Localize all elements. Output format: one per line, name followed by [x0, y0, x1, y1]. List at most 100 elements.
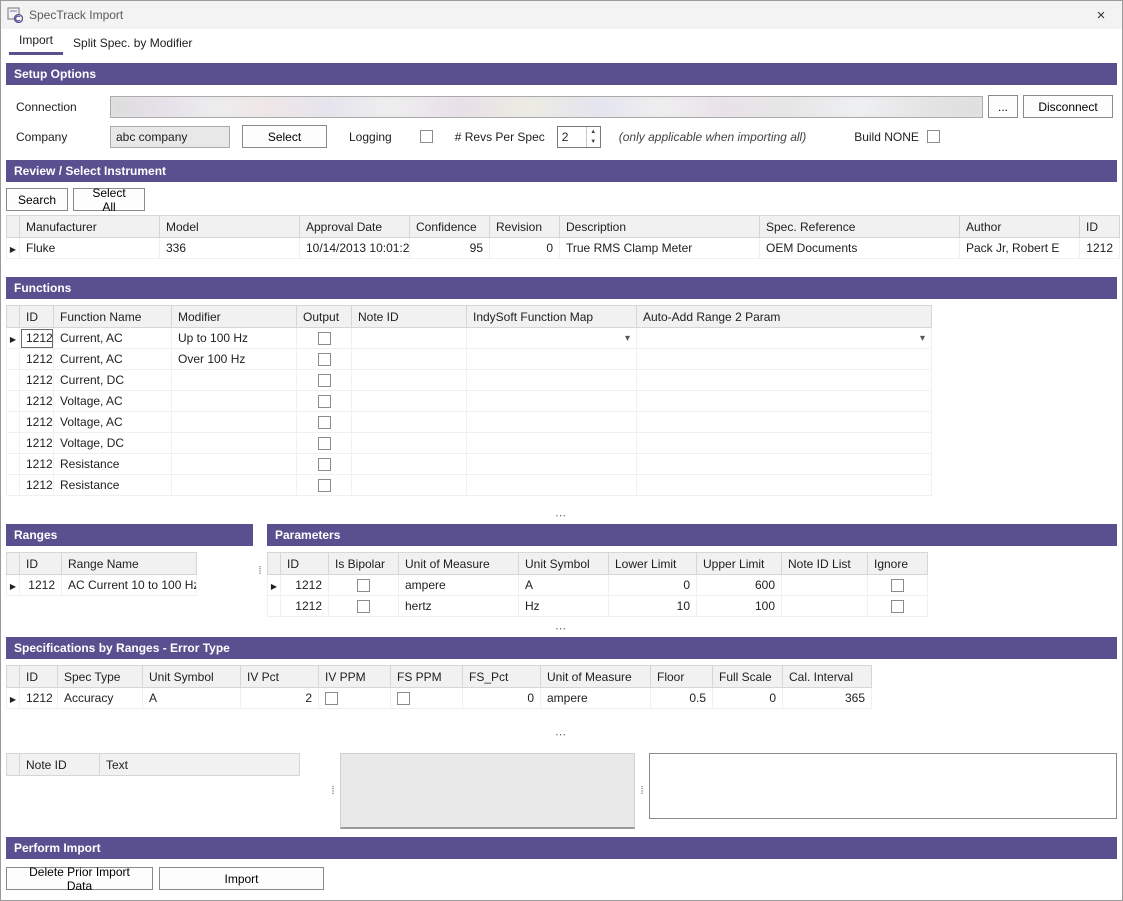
col-unit-of-measure[interactable]: Unit of Measure [399, 553, 519, 575]
output-checkbox[interactable] [318, 353, 331, 366]
table-row[interactable]: 1212 Current, DC [7, 370, 932, 391]
col-upper-limit[interactable]: Upper Limit [697, 553, 782, 575]
table-row[interactable]: ▶ 1212 Accuracy A 2 0 ampere 0.5 0 365 [7, 688, 872, 709]
col-ignore[interactable]: Ignore [868, 553, 928, 575]
col-note-id[interactable]: Note ID [352, 306, 467, 328]
horizontal-splitter[interactable]: ⋯ [1, 729, 1122, 743]
col-id[interactable]: ID [20, 666, 58, 688]
tab-import[interactable]: Import [9, 29, 63, 55]
col-iv-pct[interactable]: IV Pct [241, 666, 319, 688]
col-text[interactable]: Text [100, 754, 300, 776]
col-id[interactable]: ID [281, 553, 329, 575]
search-button[interactable]: Search [6, 188, 68, 211]
output-checkbox[interactable] [318, 437, 331, 450]
col-output[interactable]: Output [297, 306, 352, 328]
auto-add-range-dropdown[interactable]: ▾ [637, 328, 932, 349]
chevron-down-icon[interactable]: ▾ [625, 333, 630, 344]
col-confidence[interactable]: Confidence [410, 216, 490, 238]
table-row[interactable]: 1212 hertz Hz 10 100 [268, 596, 928, 617]
import-button[interactable]: Import [159, 867, 324, 890]
horizontal-splitter[interactable]: ⋯ [1, 623, 1122, 637]
build-none-checkbox[interactable] [927, 130, 940, 143]
col-author[interactable]: Author [960, 216, 1080, 238]
table-row[interactable]: 1212 Resistance [7, 475, 932, 496]
col-function-name[interactable]: Function Name [54, 306, 172, 328]
col-id[interactable]: ID [20, 553, 62, 575]
table-row[interactable]: 1212 Resistance [7, 454, 932, 475]
vertical-splitter[interactable]: ⁞ [253, 524, 267, 617]
table-row[interactable]: ▶ 1212 Current, AC Up to 100 Hz ▾ ▾ [7, 328, 932, 349]
ignore-checkbox[interactable] [891, 600, 904, 613]
col-note-id[interactable]: Note ID [20, 754, 100, 776]
col-function-map[interactable]: IndySoft Function Map [467, 306, 637, 328]
col-unit-of-measure[interactable]: Unit of Measure [541, 666, 651, 688]
spin-up-icon[interactable]: ▲ [587, 127, 600, 137]
logging-checkbox[interactable] [420, 130, 433, 143]
connection-input[interactable] [110, 96, 983, 118]
is-bipolar-checkbox[interactable] [357, 579, 370, 592]
ignore-checkbox[interactable] [891, 579, 904, 592]
note-text-box[interactable] [340, 753, 635, 829]
output-checkbox[interactable] [318, 458, 331, 471]
is-bipolar-checkbox[interactable] [357, 600, 370, 613]
cell-modifier: Over 100 Hz [172, 349, 297, 370]
table-row[interactable]: ▶ Fluke 336 10/14/2013 10:01:2 95 0 True… [7, 238, 1120, 259]
col-description[interactable]: Description [560, 216, 760, 238]
col-iv-ppm[interactable]: IV PPM [319, 666, 391, 688]
fs-ppm-checkbox[interactable] [397, 692, 410, 705]
tab-split-spec[interactable]: Split Spec. by Modifier [63, 32, 202, 55]
browse-button[interactable]: ... [988, 95, 1018, 118]
detail-text-box[interactable] [649, 753, 1117, 819]
table-row[interactable]: 1212 Voltage, DC [7, 433, 932, 454]
col-note-id-list[interactable]: Note ID List [782, 553, 868, 575]
company-field[interactable]: abc company [110, 126, 230, 148]
col-full-scale[interactable]: Full Scale [713, 666, 783, 688]
stepper-arrows[interactable]: ▲ ▼ [586, 127, 600, 147]
cell-note-id-list [782, 596, 868, 617]
col-revision[interactable]: Revision [490, 216, 560, 238]
col-model[interactable]: Model [160, 216, 300, 238]
disconnect-button[interactable]: Disconnect [1023, 95, 1113, 118]
col-spec-type[interactable]: Spec Type [58, 666, 143, 688]
iv-ppm-checkbox[interactable] [325, 692, 338, 705]
horizontal-splitter[interactable]: ⋯ [1, 510, 1122, 524]
col-unit-symbol[interactable]: Unit Symbol [519, 553, 609, 575]
function-map-dropdown[interactable]: ▾ [467, 328, 637, 349]
spin-down-icon[interactable]: ▼ [587, 137, 600, 147]
output-checkbox[interactable] [318, 416, 331, 429]
col-fs-pct[interactable]: FS_Pct [463, 666, 541, 688]
col-is-bipolar[interactable]: Is Bipolar [329, 553, 399, 575]
output-checkbox[interactable] [318, 374, 331, 387]
col-modifier[interactable]: Modifier [172, 306, 297, 328]
table-row[interactable]: ▶ 1212 ampere A 0 600 [268, 575, 928, 596]
chevron-down-icon[interactable]: ▾ [920, 333, 925, 344]
col-lower-limit[interactable]: Lower Limit [609, 553, 697, 575]
table-row[interactable]: ▶ 1212 AC Current 10 to 100 Hz [7, 575, 197, 596]
col-floor[interactable]: Floor [651, 666, 713, 688]
table-row[interactable]: 1212 Current, AC Over 100 Hz [7, 349, 932, 370]
vertical-splitter[interactable]: ⁞ [326, 753, 340, 829]
col-id[interactable]: ID [20, 306, 54, 328]
col-manufacturer[interactable]: Manufacturer [20, 216, 160, 238]
delete-prior-import-button[interactable]: Delete Prior Import Data [6, 867, 153, 890]
select-company-button[interactable]: Select [242, 125, 327, 148]
col-range-name[interactable]: Range Name [62, 553, 197, 575]
select-all-button[interactable]: Select All [73, 188, 145, 211]
table-row[interactable]: 1212 Voltage, AC [7, 412, 932, 433]
output-checkbox[interactable] [318, 479, 331, 492]
col-fs-ppm[interactable]: FS PPM [391, 666, 463, 688]
table-row[interactable]: 1212 Voltage, AC [7, 391, 932, 412]
col-cal-interval[interactable]: Cal. Interval [783, 666, 872, 688]
col-auto-add-range[interactable]: Auto-Add Range 2 Param [637, 306, 932, 328]
col-unit-symbol[interactable]: Unit Symbol [143, 666, 241, 688]
col-spec-reference[interactable]: Spec. Reference [760, 216, 960, 238]
functions-header-row: ID Function Name Modifier Output Note ID… [7, 306, 932, 328]
cell-spec-reference: OEM Documents [760, 238, 960, 259]
vertical-splitter[interactable]: ⁞ [635, 753, 649, 829]
col-approval-date[interactable]: Approval Date [300, 216, 410, 238]
close-button[interactable]: × [1086, 3, 1116, 27]
output-checkbox[interactable] [318, 395, 331, 408]
output-checkbox[interactable] [318, 332, 331, 345]
revs-per-spec-stepper[interactable]: 2 ▲ ▼ [557, 126, 601, 148]
col-id[interactable]: ID [1080, 216, 1120, 238]
